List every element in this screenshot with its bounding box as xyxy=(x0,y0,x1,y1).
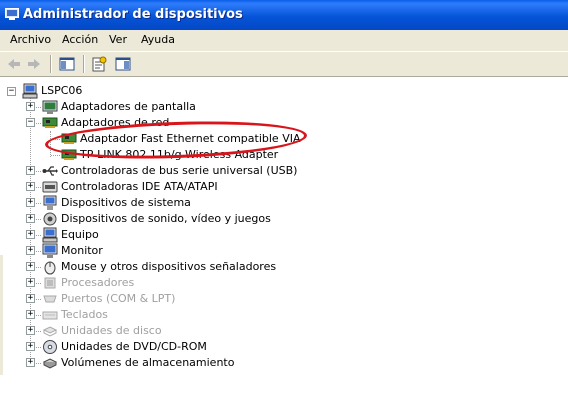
tree-root-label: LSPC06 xyxy=(41,84,83,97)
properties-icon[interactable] xyxy=(90,55,108,73)
category-label: Mouse y otros dispositivos señaladores xyxy=(61,260,277,273)
expand-toggle[interactable]: + xyxy=(26,326,35,335)
title-bar[interactable]: Administrador de dispositivos xyxy=(0,0,568,30)
network-adapter-icon xyxy=(42,117,58,128)
toolbar-separator xyxy=(83,55,85,73)
category-label: Procesadores xyxy=(61,276,135,289)
window-left-edge xyxy=(0,255,3,375)
expand-toggle[interactable]: + xyxy=(26,278,35,287)
category-label: Puertos (COM & LPT) xyxy=(61,292,176,305)
menu-accion[interactable]: Acción xyxy=(62,33,98,46)
mouse-icon xyxy=(44,261,56,275)
menu-ayuda[interactable]: Ayuda xyxy=(141,33,175,46)
root-collapse-toggle[interactable]: − xyxy=(7,87,16,96)
menu-ver[interactable]: Ver xyxy=(109,33,127,46)
expand-toggle[interactable]: + xyxy=(26,262,35,271)
expand-toggle[interactable]: + xyxy=(26,198,35,207)
disk-drive-icon xyxy=(42,326,58,337)
tree-line xyxy=(51,139,60,140)
display-adapter-icon xyxy=(42,100,58,114)
category-label: Teclados xyxy=(61,308,108,321)
tree-line xyxy=(51,155,60,156)
network-card-icon xyxy=(61,149,77,160)
category-label: Unidades de disco xyxy=(61,324,162,337)
help-icon[interactable] xyxy=(114,55,132,73)
category-label: Adaptadores de red xyxy=(61,116,170,129)
expand-toggle[interactable]: + xyxy=(26,182,35,191)
processor-icon xyxy=(44,277,56,289)
expand-toggle[interactable]: + xyxy=(26,358,35,367)
forward-arrow-icon[interactable] xyxy=(26,55,42,73)
device-tree[interactable]: − LSPC06 + Adaptadores de pantalla − Ada… xyxy=(0,77,568,418)
device-label: Adaptador Fast Ethernet compatible VIA xyxy=(80,132,301,145)
network-card-icon xyxy=(61,133,77,144)
toolbar xyxy=(0,52,568,77)
menu-archivo[interactable]: Archivo xyxy=(10,33,51,46)
port-icon xyxy=(43,295,57,303)
expand-toggle[interactable]: + xyxy=(26,214,35,223)
sound-icon xyxy=(43,212,57,226)
toolbar-separator xyxy=(50,55,52,73)
system-device-icon xyxy=(43,195,57,210)
category-label: Dispositivos de sistema xyxy=(61,196,191,209)
back-arrow-icon[interactable] xyxy=(6,55,22,73)
expand-toggle[interactable]: + xyxy=(26,294,35,303)
keyboard-icon xyxy=(42,311,58,320)
category-label: Volúmenes de almacenamiento xyxy=(61,356,235,369)
category-label: Adaptadores de pantalla xyxy=(61,100,196,113)
storage-volume-icon xyxy=(42,358,58,369)
device-label: TP-LINK 802.11b/g Wireless Adapter xyxy=(80,148,279,161)
expand-toggle[interactable]: + xyxy=(26,102,35,111)
category-label: Controladoras IDE ATA/ATAPI xyxy=(61,180,218,193)
expand-toggle[interactable]: + xyxy=(26,230,35,239)
ide-controller-icon xyxy=(42,181,58,193)
expand-toggle[interactable]: + xyxy=(26,166,35,175)
window-title: Administrador de dispositivos xyxy=(23,7,243,22)
monitor-icon xyxy=(42,243,58,258)
computer-root-icon xyxy=(22,83,38,99)
cdrom-icon xyxy=(43,340,57,354)
device-manager-app-icon xyxy=(5,8,19,20)
usb-icon xyxy=(42,166,58,176)
category-label: Unidades de DVD/CD-ROM xyxy=(61,340,207,353)
category-label: Controladoras de bus serie universal (US… xyxy=(61,164,298,177)
category-label: Equipo xyxy=(61,228,99,241)
tree-line xyxy=(50,131,51,157)
collapse-toggle[interactable]: − xyxy=(26,118,35,127)
expand-toggle[interactable]: + xyxy=(26,342,35,351)
computer-icon xyxy=(42,227,58,243)
show-hide-console-tree-icon[interactable] xyxy=(58,55,76,73)
expand-toggle[interactable]: + xyxy=(26,310,35,319)
menu-bar: Archivo Acción Ver Ayuda xyxy=(0,30,568,52)
category-label: Dispositivos de sonido, vídeo y juegos xyxy=(61,212,271,225)
category-label: Monitor xyxy=(61,244,103,257)
expand-toggle[interactable]: + xyxy=(26,246,35,255)
